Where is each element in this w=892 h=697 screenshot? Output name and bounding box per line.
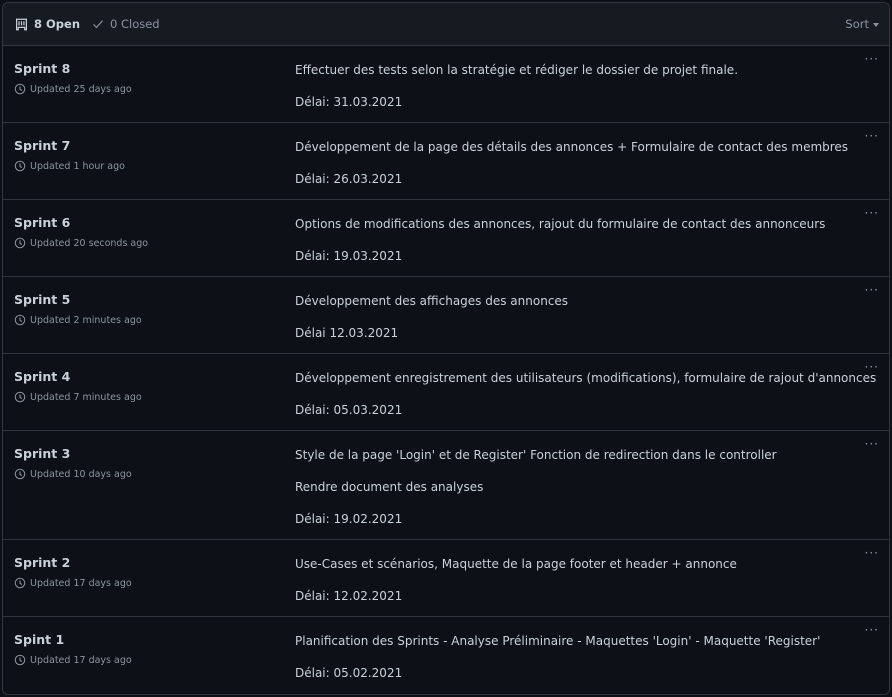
milestone-list: Sprint 8 Updated 25 days ago Effectuer des… bbox=[3, 46, 889, 693]
more-options-button[interactable]: ··· bbox=[865, 623, 879, 637]
updated-text: Updated 7 minutes ago bbox=[30, 391, 142, 403]
milestone-row: Spint 1 Updated 17 days ago Planification … bbox=[3, 617, 889, 693]
description-line: Use-Cases et scénarios, Maquette de la p… bbox=[295, 557, 737, 571]
description-line: Délai: 05.03.2021 bbox=[295, 403, 403, 417]
open-filter[interactable]: 8 Open bbox=[15, 3, 80, 45]
description-line: Style de la page 'Login' et de Register'… bbox=[295, 448, 777, 462]
more-options-button[interactable]: ··· bbox=[865, 206, 879, 220]
clock-icon bbox=[14, 654, 26, 666]
milestone-title[interactable]: Spint 1 bbox=[14, 632, 64, 647]
milestone-description: Développement de la page des détails des… bbox=[295, 139, 848, 187]
clock-icon bbox=[14, 160, 26, 172]
description-line: Délai: 31.03.2021 bbox=[295, 95, 403, 109]
milestone-updated: Updated 10 days ago bbox=[14, 468, 132, 480]
milestone-description: Style de la page 'Login' et de Register'… bbox=[295, 447, 777, 527]
description-line: Délai: 26.03.2021 bbox=[295, 172, 403, 186]
description-line: Délai: 19.03.2021 bbox=[295, 249, 403, 263]
updated-text: Updated 10 days ago bbox=[30, 468, 132, 480]
milestone-updated: Updated 17 days ago bbox=[14, 577, 132, 589]
milestone-description: Développement enregistrement des utilisa… bbox=[295, 370, 876, 418]
clock-icon bbox=[14, 577, 26, 589]
milestone-title[interactable]: Sprint 4 bbox=[14, 369, 70, 384]
milestones-panel: 8 Open 0 Closed Sort Sprint 8 Updated 25 … bbox=[2, 2, 890, 695]
milestone-title[interactable]: Sprint 8 bbox=[14, 61, 70, 76]
clock-icon bbox=[14, 314, 26, 326]
more-options-button[interactable]: ··· bbox=[865, 546, 879, 560]
milestone-row: Sprint 6 Updated 20 seconds ago Options de… bbox=[3, 200, 889, 277]
milestone-row: Sprint 7 Updated 1 hour ago Développement … bbox=[3, 123, 889, 200]
milestone-description: Use-Cases et scénarios, Maquette de la p… bbox=[295, 556, 737, 604]
more-options-button[interactable]: ··· bbox=[865, 129, 879, 143]
description-line: Délai: 19.02.2021 bbox=[295, 512, 403, 526]
updated-text: Updated 17 days ago bbox=[30, 577, 132, 589]
updated-text: Updated 20 seconds ago bbox=[30, 237, 149, 249]
clock-icon bbox=[14, 391, 26, 403]
updated-text: Updated 2 minutes ago bbox=[30, 314, 142, 326]
milestone-row: Sprint 3 Updated 10 days ago Style de la p… bbox=[3, 431, 889, 540]
description-line: Délai 12.03.2021 bbox=[295, 326, 399, 340]
milestones-header: 8 Open 0 Closed Sort bbox=[3, 3, 889, 46]
clock-icon bbox=[14, 237, 26, 249]
description-line: Délai: 05.02.2021 bbox=[295, 666, 403, 680]
description-line: Options de modifications des annonces, r… bbox=[295, 217, 826, 231]
milestone-description: Développement des affichages des annonce… bbox=[295, 293, 568, 341]
description-line: Planification des Sprints - Analyse Prél… bbox=[295, 634, 821, 648]
sort-label: Sort bbox=[845, 17, 869, 31]
description-line: Effectuer des tests selon la stratégie e… bbox=[295, 63, 739, 77]
more-options-button[interactable]: ··· bbox=[865, 52, 879, 66]
description-line: Développement des affichages des annonce… bbox=[295, 294, 569, 308]
more-options-button[interactable]: ··· bbox=[865, 283, 879, 297]
sort-dropdown[interactable]: Sort bbox=[845, 3, 879, 45]
milestone-icon bbox=[16, 18, 27, 30]
clock-icon bbox=[14, 83, 26, 95]
updated-text: Updated 25 days ago bbox=[30, 83, 132, 95]
milestone-updated: Updated 20 seconds ago bbox=[14, 237, 148, 249]
more-options-button[interactable]: ··· bbox=[865, 360, 879, 374]
updated-text: Updated 1 hour ago bbox=[30, 160, 125, 172]
milestone-description: Options de modifications des annonces, r… bbox=[295, 216, 825, 264]
description-line: Rendre document des analyses bbox=[295, 480, 484, 494]
caret-down-icon bbox=[873, 23, 879, 27]
milestone-row: Sprint 8 Updated 25 days ago Effectuer des… bbox=[3, 46, 889, 123]
milestone-title[interactable]: Sprint 3 bbox=[14, 446, 70, 461]
open-count: 8 Open bbox=[34, 17, 80, 31]
milestone-updated: Updated 25 days ago bbox=[14, 83, 132, 95]
clock-icon bbox=[14, 468, 26, 480]
milestone-updated: Updated 17 days ago bbox=[14, 654, 132, 666]
milestone-title[interactable]: Sprint 2 bbox=[14, 555, 70, 570]
description-line: Développement de la page des détails des… bbox=[295, 140, 849, 154]
milestone-description: Effectuer des tests selon la stratégie e… bbox=[295, 62, 738, 110]
milestone-title[interactable]: Sprint 5 bbox=[14, 292, 70, 307]
milestone-row: Sprint 5 Updated 2 minutes ago Développeme… bbox=[3, 277, 889, 354]
milestone-row: Sprint 2 Updated 17 days ago Use-Cases et … bbox=[3, 540, 889, 617]
description-line: Développement enregistrement des utilisa… bbox=[295, 371, 877, 385]
milestone-row: Sprint 4 Updated 7 minutes ago Développeme… bbox=[3, 354, 889, 431]
closed-count: 0 Closed bbox=[110, 17, 160, 31]
milestone-description: Planification des Sprints - Analyse Prél… bbox=[295, 633, 820, 681]
more-options-button[interactable]: ··· bbox=[865, 437, 879, 451]
milestone-updated: Updated 1 hour ago bbox=[14, 160, 125, 172]
check-icon bbox=[93, 20, 103, 29]
closed-filter[interactable]: 0 Closed bbox=[92, 3, 160, 45]
milestone-updated: Updated 2 minutes ago bbox=[14, 314, 142, 326]
description-line: Délai: 12.02.2021 bbox=[295, 589, 403, 603]
milestone-updated: Updated 7 minutes ago bbox=[14, 391, 142, 403]
milestone-title[interactable]: Sprint 6 bbox=[14, 215, 70, 230]
updated-text: Updated 17 days ago bbox=[30, 654, 132, 666]
milestone-title[interactable]: Sprint 7 bbox=[14, 138, 70, 153]
